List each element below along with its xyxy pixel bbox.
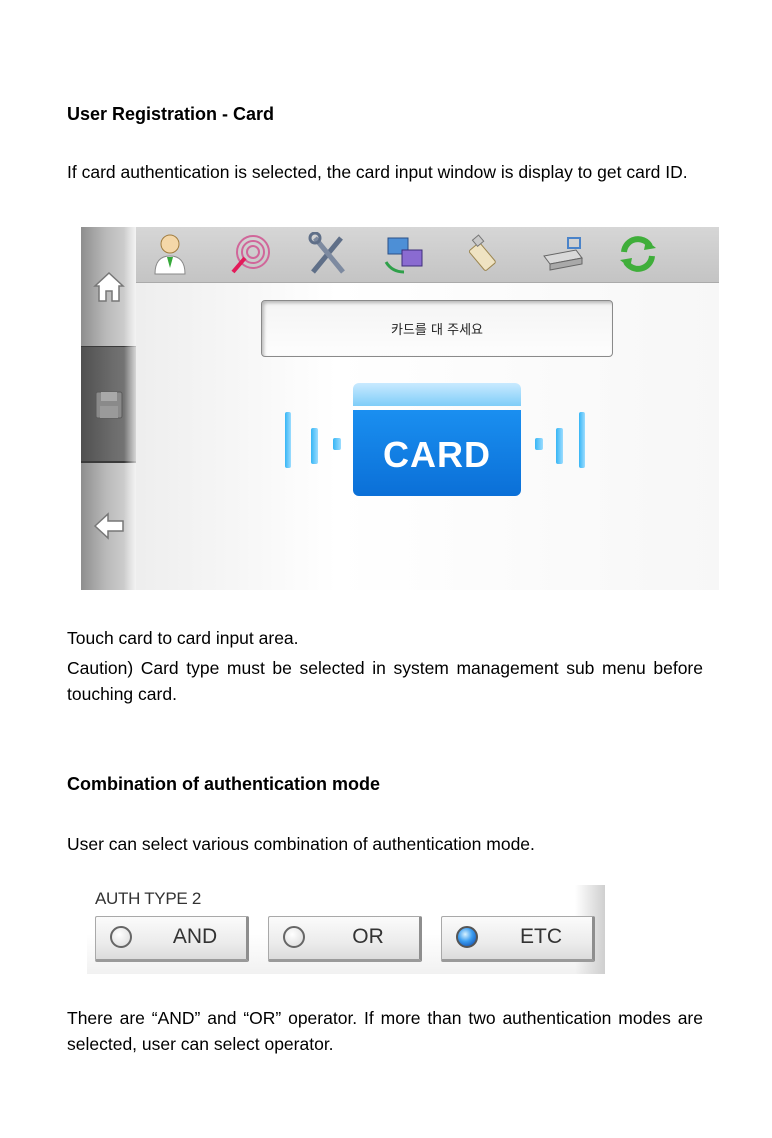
usb-button[interactable] bbox=[458, 230, 510, 278]
back-button[interactable] bbox=[81, 462, 136, 590]
home-icon bbox=[92, 271, 125, 302]
card-registration-intro: If card authentication is selected, the … bbox=[67, 162, 688, 182]
side-nav bbox=[81, 227, 136, 590]
auth-option-etc[interactable]: ETC bbox=[441, 916, 595, 962]
router-button[interactable] bbox=[537, 230, 589, 278]
signal-wave-left-dot bbox=[333, 438, 341, 450]
tools-button[interactable] bbox=[302, 230, 354, 278]
auth-combination-intro: User can select various combination of a… bbox=[67, 834, 535, 854]
refresh-button[interactable] bbox=[612, 230, 664, 278]
save-button[interactable] bbox=[81, 347, 136, 462]
tools-icon bbox=[308, 232, 345, 274]
radio-or[interactable] bbox=[283, 926, 305, 948]
auth-option-label: OR bbox=[352, 925, 384, 948]
operator-explanation: There are “AND” and “OR” operator. If mo… bbox=[67, 1008, 703, 1054]
section-heading-auth-combination: Combination of authentication mode bbox=[67, 774, 380, 794]
card-input-screen: 카드를 대 주세요 CARD bbox=[81, 227, 719, 590]
router-icon bbox=[543, 237, 583, 271]
radio-and[interactable] bbox=[110, 926, 132, 948]
auth-option-or[interactable]: OR bbox=[268, 916, 422, 962]
signal-wave-right-dot bbox=[535, 438, 543, 450]
save-icon bbox=[95, 391, 122, 418]
caution-note: Caution) Card type must be selected in s… bbox=[67, 658, 703, 704]
home-button[interactable] bbox=[81, 227, 136, 347]
usb-icon bbox=[468, 234, 496, 271]
auth-option-label: ETC bbox=[520, 925, 562, 948]
section-heading-card-registration: User Registration - Card bbox=[67, 104, 275, 124]
radio-etc-selected[interactable] bbox=[456, 926, 478, 948]
fingerprint-icon bbox=[231, 235, 270, 274]
refresh-icon bbox=[620, 236, 656, 272]
toolbar bbox=[136, 227, 719, 283]
auth-type-panel: AUTH TYPE 2 AND OR ETC bbox=[87, 885, 605, 974]
signal-wave-left-inner bbox=[311, 428, 318, 464]
network-icon bbox=[384, 237, 423, 274]
signal-wave-right-inner bbox=[556, 428, 563, 464]
card-prompt-message: 카드를 대 주세요 bbox=[261, 300, 613, 357]
card-label: CARD bbox=[353, 410, 521, 496]
auth-option-and[interactable]: AND bbox=[95, 916, 249, 962]
network-button[interactable] bbox=[379, 230, 431, 278]
card-graphic: CARD bbox=[353, 383, 521, 496]
user-icon bbox=[154, 234, 186, 275]
touch-card-instruction: Touch card to card input area. bbox=[67, 628, 299, 648]
auth-option-label: AND bbox=[172, 925, 218, 948]
fingerprint-button[interactable] bbox=[225, 230, 277, 278]
auth-type-title: AUTH TYPE 2 bbox=[95, 889, 201, 908]
back-arrow-icon bbox=[93, 512, 124, 540]
user-button[interactable] bbox=[144, 230, 196, 278]
signal-wave-left-outer bbox=[285, 412, 291, 468]
signal-wave-right-outer bbox=[579, 412, 585, 468]
